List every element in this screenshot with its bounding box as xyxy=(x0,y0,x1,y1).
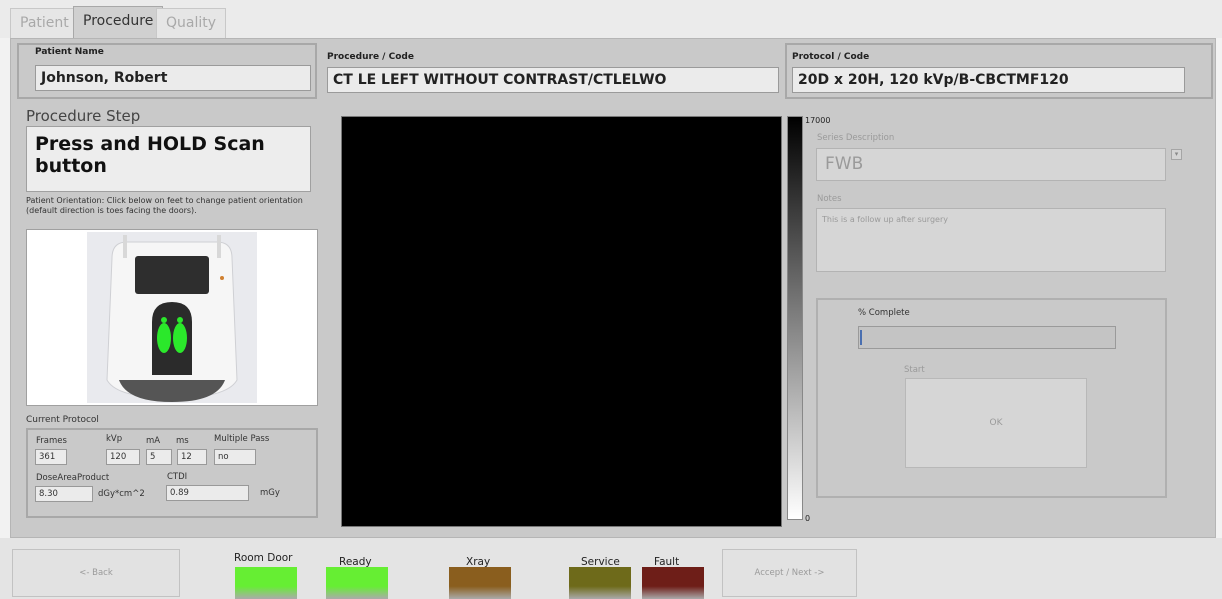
procedure-step-field: Press and HOLD Scan button xyxy=(26,126,311,192)
current-protocol-group: Frames kVp mA ms Multiple Pass 361 120 5… xyxy=(26,428,318,518)
ctdi-unit: mGy xyxy=(260,488,280,498)
patient-name-label: Patient Name xyxy=(35,47,104,57)
accept-next-button[interactable]: Accept / Next -> xyxy=(722,549,857,597)
series-description-field[interactable]: FWB xyxy=(816,148,1166,181)
orientation-instructions: Patient Orientation: Click below on feet… xyxy=(26,196,303,215)
back-button[interactable]: <- Back xyxy=(12,549,180,597)
multiple-pass-value: no xyxy=(214,449,256,465)
protocol-code-field: 20D x 20H, 120 kVp/B-CBCTMF120 xyxy=(792,67,1185,93)
room-door-label: Room Door xyxy=(234,552,293,564)
kvp-value: 120 xyxy=(106,449,140,465)
tab-patient[interactable]: Patient xyxy=(10,8,79,38)
ctdi-label: CTDI xyxy=(167,472,188,482)
procedure-code-label: Procedure / Code xyxy=(327,52,414,62)
right-foot-icon xyxy=(173,323,187,353)
progress-fill xyxy=(860,330,862,345)
frames-value: 361 xyxy=(35,449,67,465)
service-indicator xyxy=(569,567,631,599)
start-label: Start xyxy=(904,365,925,375)
patient-name-field: Johnson, Robert xyxy=(35,65,311,91)
notes-field[interactable]: This is a follow up after surgery xyxy=(816,208,1166,272)
procedure-code-field: CT LE LEFT WITHOUT CONTRAST/CTLELWO xyxy=(327,67,779,93)
notes-label: Notes xyxy=(817,194,842,204)
ms-value: 12 xyxy=(177,449,207,465)
current-protocol-label: Current Protocol xyxy=(26,415,99,425)
patient-orientation-selector[interactable] xyxy=(26,229,318,406)
protocol-code-label: Protocol / Code xyxy=(792,52,870,62)
procedure-panel: Patient Name Johnson, Robert Procedure /… xyxy=(10,38,1216,538)
multiple-pass-label: Multiple Pass xyxy=(214,434,270,444)
tab-bar: Patient Procedure Quality xyxy=(0,0,1222,38)
dap-value: 8.30 xyxy=(35,486,93,502)
start-ok-button[interactable]: OK xyxy=(905,378,1087,468)
kvp-label: kVp xyxy=(106,434,123,444)
ms-label: ms xyxy=(176,436,189,446)
room-door-indicator xyxy=(235,567,297,599)
frames-label: Frames xyxy=(36,436,67,446)
tab-quality[interactable]: Quality xyxy=(156,8,227,38)
image-viewer[interactable] xyxy=(341,116,782,527)
grayscale-bar xyxy=(787,116,803,520)
fault-indicator xyxy=(642,567,704,599)
xray-indicator xyxy=(449,567,511,599)
patient-name-group: Patient Name Johnson, Robert xyxy=(17,43,317,99)
progress-bar xyxy=(858,326,1116,349)
scale-max-label: 17000 xyxy=(805,116,831,125)
progress-label: % Complete xyxy=(858,308,910,318)
protocol-code-group: Protocol / Code 20D x 20H, 120 kVp/B-CBC… xyxy=(785,43,1213,99)
ma-label: mA xyxy=(146,436,161,446)
scanner-image xyxy=(87,232,257,403)
scale-min-label: 0 xyxy=(805,514,811,523)
left-foot-icon xyxy=(157,323,171,353)
tab-procedure[interactable]: Procedure xyxy=(73,6,164,38)
series-dropdown-icon[interactable]: ▾ xyxy=(1171,149,1182,160)
ready-indicator xyxy=(326,567,388,599)
ctdi-value: 0.89 xyxy=(166,485,249,501)
procedure-step-label: Procedure Step xyxy=(26,107,141,125)
series-description-label: Series Description xyxy=(817,133,895,143)
ma-value: 5 xyxy=(146,449,172,465)
dap-unit: dGy*cm^2 xyxy=(98,489,145,499)
dap-label: DoseAreaProduct xyxy=(36,473,110,483)
